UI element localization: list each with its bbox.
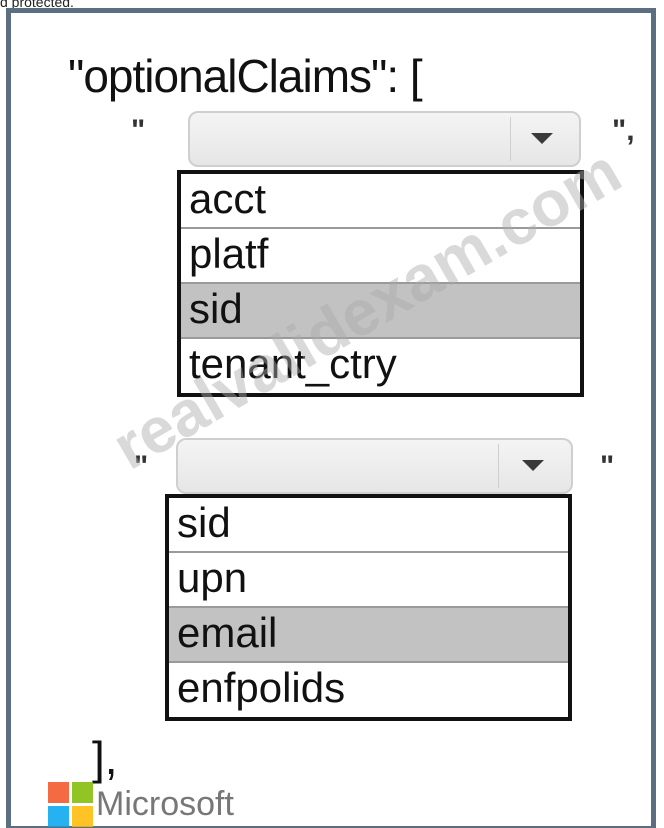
claim-listbox-2: sid upn email enfpolids — [165, 494, 572, 721]
list-option-sid-selected[interactable]: sid — [181, 284, 580, 339]
logo-blue-square — [48, 806, 69, 827]
chevron-down-icon[interactable] — [522, 460, 544, 471]
optional-claims-heading: "optionalClaims": [ — [68, 50, 423, 102]
claim-dropdown-1[interactable] — [188, 111, 581, 167]
list-option-sid[interactable]: sid — [169, 498, 568, 553]
list-option-platf[interactable]: platf — [181, 229, 580, 284]
logo-yellow-square — [72, 806, 93, 827]
logo-green-square — [72, 782, 93, 803]
quote-open-2: " — [134, 450, 149, 483]
logo-red-square — [48, 782, 69, 803]
microsoft-logo-icon — [48, 782, 94, 828]
list-option-acct[interactable]: acct — [181, 174, 580, 229]
dropdown-1-divider — [510, 117, 511, 161]
list-option-upn[interactable]: upn — [169, 553, 568, 608]
quote-close-2: " — [600, 450, 615, 483]
closing-bracket: ], — [92, 732, 118, 784]
microsoft-brand-text: Microsoft — [96, 785, 234, 823]
claim-dropdown-2[interactable] — [176, 438, 573, 494]
quote-close-comma-1: ", — [612, 114, 635, 147]
claim-listbox-1: acct platf sid tenant_ctry — [177, 170, 584, 397]
list-option-tenant-ctry[interactable]: tenant_ctry — [181, 339, 580, 394]
list-option-enfpolids[interactable]: enfpolids — [169, 663, 568, 718]
dropdown-2-divider — [498, 444, 499, 488]
chevron-down-icon[interactable] — [531, 133, 553, 144]
list-option-email-selected[interactable]: email — [169, 608, 568, 663]
quote-open-1: " — [131, 114, 146, 147]
